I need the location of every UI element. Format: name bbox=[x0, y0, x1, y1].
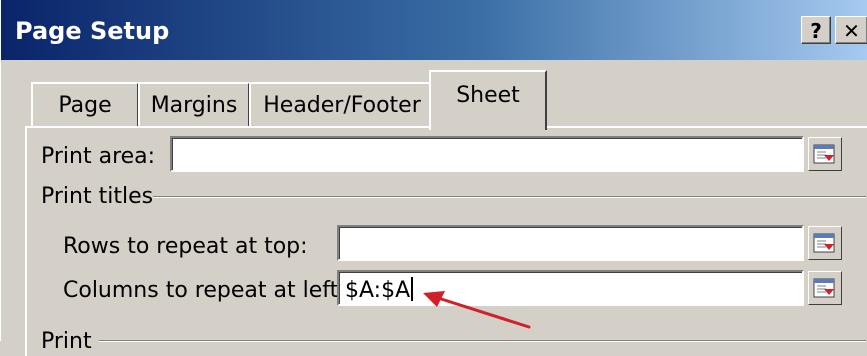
tab-header-footer[interactable]: Header/Footer bbox=[249, 82, 435, 128]
columns-collapse-button[interactable] bbox=[808, 271, 842, 305]
columns-value-text: $A:$A bbox=[345, 278, 411, 303]
help-icon: ? bbox=[810, 19, 822, 43]
print-area-collapse-button[interactable] bbox=[808, 137, 842, 171]
page-setup-dialog: Page Setup ? ✕ Page Margins Header/Foote… bbox=[0, 0, 867, 356]
tab-label: Page bbox=[58, 93, 112, 118]
print-group-label: Print bbox=[41, 329, 92, 354]
print-area-input[interactable] bbox=[170, 136, 804, 172]
columns-to-repeat-value: $A:$A bbox=[345, 277, 414, 303]
columns-to-repeat-label: Columns to repeat at left: bbox=[63, 278, 346, 303]
tab-label: Sheet bbox=[456, 83, 520, 108]
close-button[interactable]: ✕ bbox=[835, 16, 867, 44]
help-button[interactable]: ? bbox=[801, 16, 831, 44]
rows-collapse-button[interactable] bbox=[808, 226, 842, 260]
window-title: Page Setup bbox=[15, 17, 170, 45]
tab-sheet[interactable]: Sheet bbox=[429, 70, 547, 130]
tab-label: Header/Footer bbox=[263, 93, 421, 118]
print-divider bbox=[99, 340, 866, 342]
tab-label: Margins bbox=[150, 93, 238, 118]
rows-to-repeat-label: Rows to repeat at top: bbox=[63, 234, 308, 259]
rows-to-repeat-input[interactable] bbox=[337, 225, 804, 261]
red-arrow-annotation bbox=[423, 291, 531, 329]
close-icon: ✕ bbox=[843, 19, 860, 43]
print-titles-group-label: Print titles bbox=[41, 184, 154, 209]
print-titles-divider bbox=[153, 196, 866, 198]
tab-margins[interactable]: Margins bbox=[138, 82, 250, 128]
columns-to-repeat-input[interactable]: $A:$A bbox=[337, 270, 804, 306]
title-bar: Page Setup ? ✕ bbox=[1, 0, 867, 60]
print-area-label: Print area: bbox=[41, 144, 156, 169]
tab-page[interactable]: Page bbox=[31, 82, 139, 128]
